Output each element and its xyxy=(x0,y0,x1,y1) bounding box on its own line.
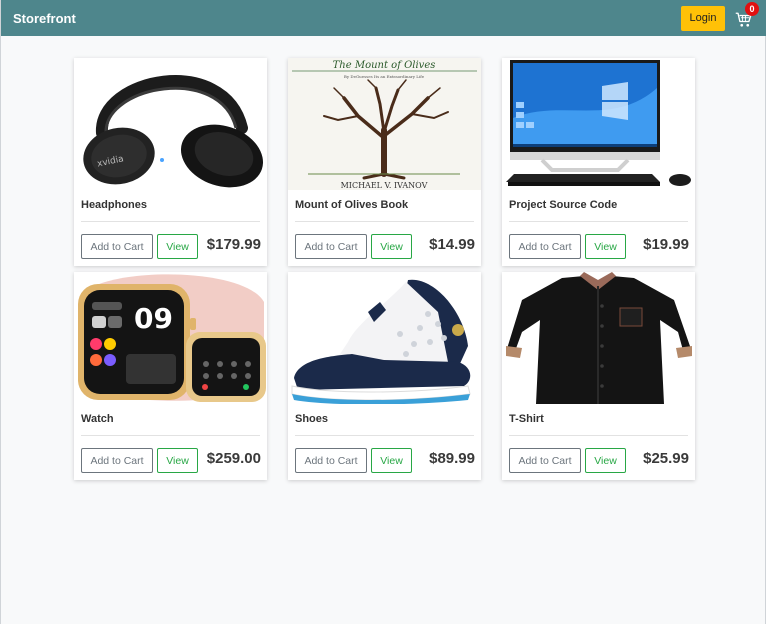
desktop-computer-image[interactable] xyxy=(502,58,695,190)
smartwatch-image[interactable]: 09 xyxy=(74,272,267,404)
product-actions: Add to Cart View $19.99 xyxy=(509,234,689,259)
divider xyxy=(295,221,474,222)
sneaker-image[interactable] xyxy=(288,272,481,404)
product-grid: xvidia Headphones Add to Cart View $179.… xyxy=(74,58,695,480)
product-price: $259.00 xyxy=(206,450,261,467)
divider xyxy=(509,221,688,222)
product-price: $89.99 xyxy=(429,450,475,467)
product-price: $179.99 xyxy=(206,236,261,253)
product-actions: Add to Cart View $25.99 xyxy=(509,448,689,473)
cart-count-badge: 0 xyxy=(745,2,759,16)
view-button[interactable]: View xyxy=(585,448,626,473)
watch-time: 09 xyxy=(134,302,173,335)
headphones-image[interactable]: xvidia xyxy=(74,58,267,190)
book-cover-title: The Mount of Olives xyxy=(333,60,436,71)
view-button[interactable]: View xyxy=(157,448,198,473)
product-price: $19.99 xyxy=(643,236,689,253)
divider xyxy=(81,221,260,222)
product-price: $25.99 xyxy=(643,450,689,467)
add-to-cart-button[interactable]: Add to Cart xyxy=(509,234,581,259)
cart-button[interactable]: 0 xyxy=(735,2,759,28)
book-cover-subtitle: By DeGuesses Its an Extraordinary Life xyxy=(344,74,425,79)
navbar: Storefront Login 0 xyxy=(1,0,766,36)
product-card: Shoes Add to Cart View $89.99 xyxy=(288,272,481,480)
product-actions: Add to Cart View $14.99 xyxy=(295,234,475,259)
product-actions: Add to Cart View $179.99 xyxy=(81,234,261,259)
product-title[interactable]: T-Shirt xyxy=(509,413,544,425)
login-button[interactable]: Login xyxy=(681,5,725,31)
view-button[interactable]: View xyxy=(371,234,412,259)
shirt-image[interactable] xyxy=(502,272,695,404)
brand-title[interactable]: Storefront xyxy=(13,11,76,26)
product-title[interactable]: Project Source Code xyxy=(509,199,617,211)
product-title[interactable]: Headphones xyxy=(81,199,147,211)
product-card: xvidia Headphones Add to Cart View $179.… xyxy=(74,58,267,266)
product-actions: Add to Cart View $89.99 xyxy=(295,448,475,473)
divider xyxy=(295,435,474,436)
book-cover-image[interactable]: The Mount of Olives By DeGuesses Its an … xyxy=(288,58,481,190)
divider xyxy=(509,435,688,436)
product-title[interactable]: Watch xyxy=(81,413,114,425)
book-cover-author: MICHAEL V. IVANOV xyxy=(341,181,428,190)
product-card: Project Source Code Add to Cart View $19… xyxy=(502,58,695,266)
product-price: $14.99 xyxy=(429,236,475,253)
divider xyxy=(81,435,260,436)
product-actions: Add to Cart View $259.00 xyxy=(81,448,261,473)
product-card: 09 Watch Add to Cart View $259.00 xyxy=(74,272,267,480)
product-title[interactable]: Shoes xyxy=(295,413,328,425)
view-button[interactable]: View xyxy=(157,234,198,259)
product-title[interactable]: Mount of Olives Book xyxy=(295,199,408,211)
add-to-cart-button[interactable]: Add to Cart xyxy=(81,448,153,473)
product-card: T-Shirt Add to Cart View $25.99 xyxy=(502,272,695,480)
add-to-cart-button[interactable]: Add to Cart xyxy=(295,448,367,473)
add-to-cart-button[interactable]: Add to Cart xyxy=(509,448,581,473)
view-button[interactable]: View xyxy=(585,234,626,259)
nav-actions: Login 0 xyxy=(681,2,759,31)
add-to-cart-button[interactable]: Add to Cart xyxy=(295,234,367,259)
add-to-cart-button[interactable]: Add to Cart xyxy=(81,234,153,259)
view-button[interactable]: View xyxy=(371,448,412,473)
product-card: The Mount of Olives By DeGuesses Its an … xyxy=(288,58,481,266)
